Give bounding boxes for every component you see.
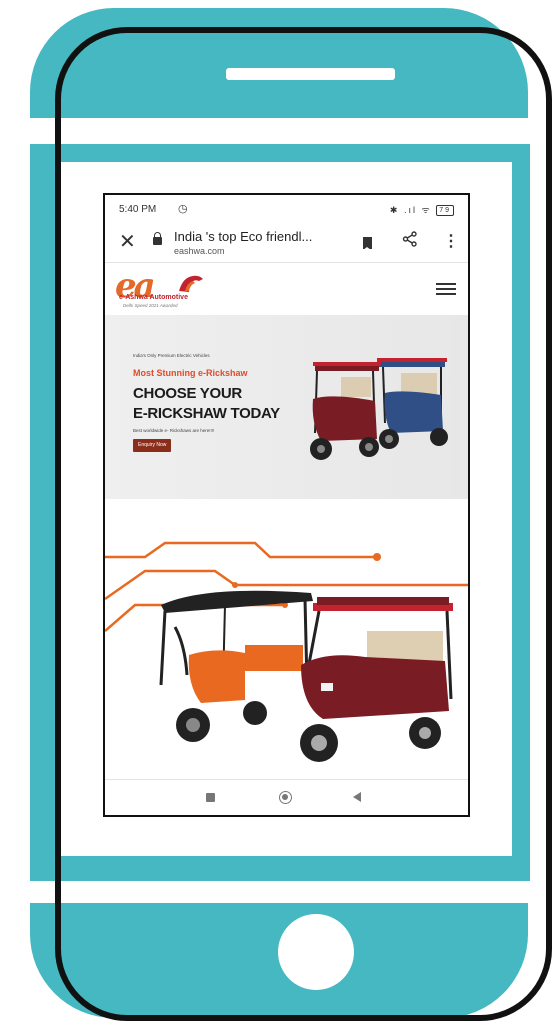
recents-square-icon[interactable]: [206, 793, 215, 802]
home-circle-icon[interactable]: [279, 791, 292, 804]
hero-banner: India's Only Premium Electric Vehicles M…: [105, 315, 468, 499]
horse-logo-icon: [179, 275, 203, 292]
close-icon[interactable]: ✕: [119, 229, 136, 254]
hero-title-line1: CHOOSE YOUR: [133, 385, 242, 402]
logo-tagline: Delhi Speed 2021 Awarded: [123, 303, 178, 308]
signal-wifi-icon: ✱ .ıl ᯤ: [389, 205, 432, 215]
frame-white-band-top: [0, 118, 553, 144]
menu-icon[interactable]: [436, 283, 456, 295]
status-bar: 5:40 PM ◷ ✱ .ıl ᯤ 79: [105, 195, 468, 221]
browser-toolbar: ✕ India 's top Eco friendl... eashwa.com…: [105, 221, 468, 263]
lock-icon: [153, 232, 162, 245]
status-icons: ✱ .ıl ᯤ 79: [389, 203, 454, 217]
hero-description: Best worldwide e- Rickshaws are here!!!!: [133, 428, 215, 433]
more-vert-icon[interactable]: ⋮: [443, 231, 459, 251]
site-header: ea e-Ashwa Automotive Delhi Speed 2021 A…: [105, 263, 468, 315]
logo-name: e-Ashwa Automotive: [119, 294, 188, 301]
android-nav-bar: [105, 779, 468, 815]
phone-speaker: [226, 68, 395, 80]
page-domain[interactable]: eashwa.com: [174, 246, 225, 256]
share-icon[interactable]: [402, 231, 418, 252]
browser-screenshot: 5:40 PM ◷ ✱ .ıl ᯤ 79 ✕ India 's top Eco …: [103, 193, 470, 817]
hero-subheading: Most Stunning e-Rickshaw: [133, 368, 248, 378]
product-rickshaws-image: [105, 541, 468, 762]
frame-white-band-bottom: [0, 881, 553, 903]
battery-icon: 79: [436, 205, 454, 217]
bookmark-icon[interactable]: [363, 237, 372, 250]
back-triangle-icon[interactable]: [353, 792, 361, 802]
status-time: 5:40 PM: [119, 204, 157, 215]
page-title[interactable]: India 's top Eco friendl...: [174, 229, 312, 244]
hero-title-line2: E-RICKSHAW TODAY: [133, 405, 280, 422]
enquiry-now-button[interactable]: Enquiry Now: [133, 439, 172, 452]
alarm-clock-icon: ◷: [178, 203, 188, 215]
hero-rickshaws-image: [310, 358, 448, 460]
phone-home-button: [278, 914, 354, 990]
hero-eyebrow: India's Only Premium Electric Vehicles: [133, 353, 210, 358]
site-logo[interactable]: ea e-Ashwa Automotive Delhi Speed 2021 A…: [115, 269, 233, 311]
